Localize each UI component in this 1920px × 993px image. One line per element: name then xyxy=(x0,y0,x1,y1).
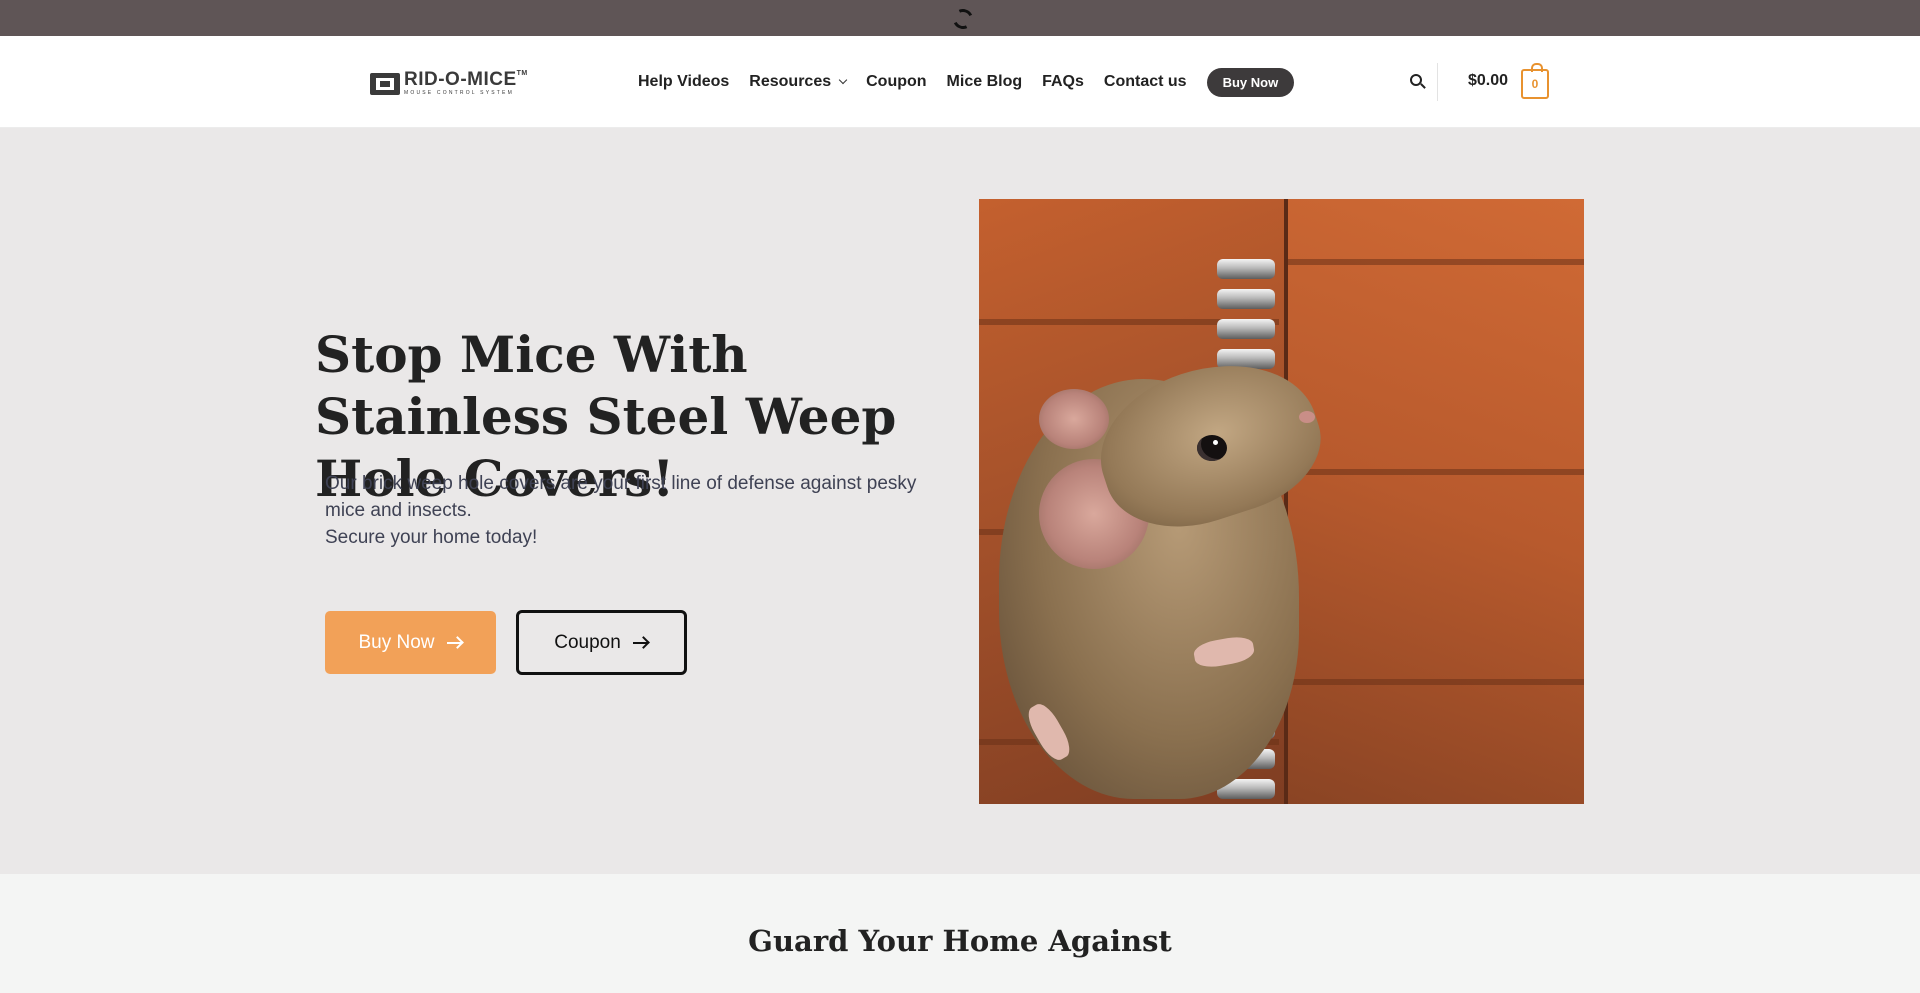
hero-description-line-2: Secure your home today! xyxy=(325,527,538,548)
nav-faqs[interactable]: FAQs xyxy=(1042,73,1084,91)
cart-bag-icon[interactable]: 0 xyxy=(1521,63,1549,99)
logo-wordmark: RID-O-MICETM xyxy=(404,69,528,90)
search-icon[interactable] xyxy=(1410,74,1426,90)
hero-mouse-weep-hole-image xyxy=(979,199,1584,804)
guard-section-title: Guard Your Home Against xyxy=(748,924,1172,958)
site-logo[interactable]: RID-O-MICETM MOUSE CONTROL SYSTEM xyxy=(370,69,528,97)
cart-total[interactable]: $0.00 xyxy=(1468,72,1508,90)
logo-trademark: TM xyxy=(516,70,528,77)
guard-section: Guard Your Home Against xyxy=(0,874,1920,993)
hero-description: Our brick weep hole covers are your firs… xyxy=(325,470,945,551)
cart-count: 0 xyxy=(1531,77,1539,91)
nav-mice-blog[interactable]: Mice Blog xyxy=(947,73,1023,91)
nav-contact-us[interactable]: Contact us xyxy=(1104,73,1187,91)
nav-coupon[interactable]: Coupon xyxy=(866,73,926,91)
nav-resources-label: Resources xyxy=(749,73,832,90)
hero-coupon-button[interactable]: Coupon xyxy=(516,610,687,675)
site-header: RID-O-MICETM MOUSE CONTROL SYSTEM Help V… xyxy=(0,36,1920,128)
header-divider xyxy=(1437,63,1438,101)
chevron-down-icon xyxy=(838,75,848,85)
nav-resources[interactable]: Resources xyxy=(749,73,848,91)
logo-tagline: MOUSE CONTROL SYSTEM xyxy=(404,90,514,96)
arrow-right-icon xyxy=(446,635,464,650)
logo-mark-icon xyxy=(370,71,400,95)
nav-buy-now-button[interactable]: Buy Now xyxy=(1206,67,1295,97)
main-nav: Help Videos Resources Coupon Mice Blog F… xyxy=(638,36,1295,128)
spinner-icon xyxy=(950,6,976,32)
hero-section: Stop Mice With Stainless Steel Weep Hole… xyxy=(0,128,1920,874)
hero-description-line-1: Our brick weep hole covers are your firs… xyxy=(325,473,917,521)
hero-coupon-label: Coupon xyxy=(554,631,621,653)
hero-buy-now-label: Buy Now xyxy=(358,631,435,653)
top-bar xyxy=(0,0,1920,36)
arrow-right-icon xyxy=(632,635,650,650)
nav-help-videos[interactable]: Help Videos xyxy=(638,73,729,91)
hero-buy-now-button[interactable]: Buy Now xyxy=(325,611,496,674)
